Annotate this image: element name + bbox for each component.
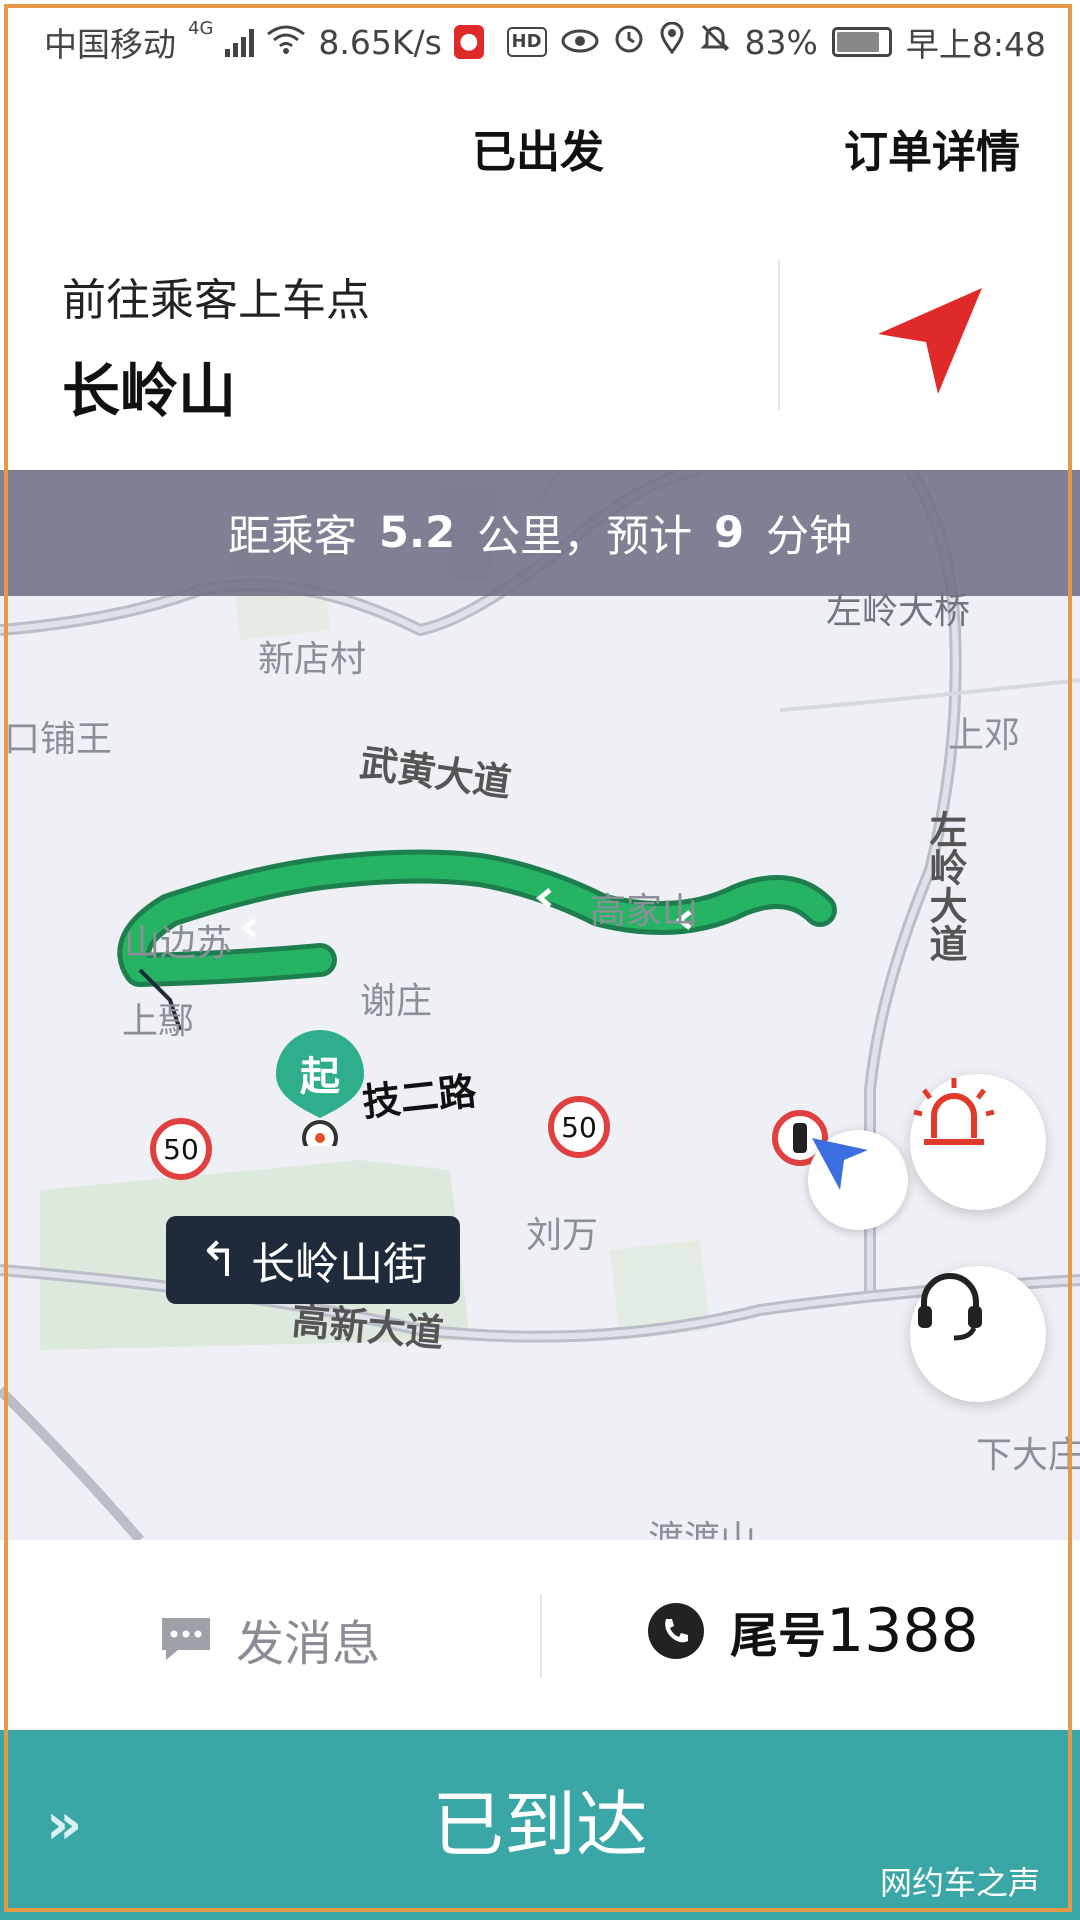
contact-divider [540, 1594, 542, 1678]
destination-name: 长岭山 [62, 357, 237, 425]
turn-instruction-card: ↰ 长岭山街 [166, 1216, 460, 1304]
car-arrow-icon [812, 1138, 868, 1190]
speed-limit-sign-2: 50 [548, 1096, 610, 1158]
eta-unit: 分钟 [766, 512, 853, 562]
battery-icon [831, 27, 892, 57]
status-bar-left: 中国移动 4G 8.65K/s ● [44, 18, 484, 66]
speed-limit-value-2: 50 [561, 1110, 597, 1144]
alarm-icon [613, 22, 645, 62]
arrived-button[interactable]: » 已到达 网约车之声 [0, 1730, 1080, 1920]
top-header: 已出发 订单详情 [0, 76, 1080, 216]
send-message-label: 发消息 [236, 1616, 381, 1672]
place-xiadazhuang: 下大庄 [976, 1435, 1080, 1476]
network-speed: 8.65K/s [318, 22, 442, 62]
place-dudushan: 渡渡山 [648, 1519, 757, 1540]
place-xindiancun: 新店村 [258, 639, 367, 680]
navigation-arrow-icon [878, 288, 982, 394]
speed-limit-value: 50 [163, 1132, 199, 1166]
alarm-siren-icon [913, 1078, 995, 1145]
send-message-button[interactable]: 发消息 [158, 1604, 380, 1674]
network-type: 4G [188, 18, 214, 39]
contact-bar: 发消息 尾号 1388 [0, 1540, 1080, 1730]
call-passenger-button[interactable]: 尾号 1388 [648, 1596, 979, 1666]
speed-limit-sign: 50 [150, 1118, 212, 1180]
hd-icon: HD [506, 27, 547, 57]
place-shangdeng: 上邓 [948, 715, 1021, 756]
place-shanbiansu: 山边苏 [124, 923, 233, 964]
start-pin: 起 [270, 1026, 370, 1146]
battery-percent: 83% [744, 22, 818, 62]
destination-card: 前往乘客上车点 长岭山 [0, 216, 1080, 470]
eta-minutes: 9 [714, 508, 745, 558]
phone-icon [648, 1603, 704, 1659]
start-label: 起 [300, 1054, 340, 1100]
place-xiezhuang: 谢庄 [360, 981, 433, 1022]
place-koupuwang: 口铺王 [4, 719, 113, 760]
customer-service-button[interactable] [910, 1266, 1046, 1402]
navigate-button[interactable] [872, 282, 990, 400]
distance-eta-bar: 距乘客 5.2 公里，预计 9 分钟 [0, 470, 1080, 596]
wifi-icon [266, 23, 306, 62]
place-shangyan: 上鄢 [122, 1001, 195, 1042]
distance-prefix: 距乘客 [227, 512, 357, 562]
map-view[interactable]: 新店村 口铺王 高家山 山边苏 上鄢 谢庄 刘万 上邓 下大庄 渡渡山 左岭大桥… [0, 470, 1080, 1540]
phone-tail: 1388 [826, 1596, 979, 1666]
location-icon [659, 21, 685, 62]
mic-icon: ● [453, 25, 484, 59]
watermark: 网约车之声 [879, 1864, 1040, 1902]
road-zuoling-avenue: 左岭大道 [923, 810, 967, 962]
headset-icon [918, 1273, 982, 1341]
mute-icon [699, 22, 731, 62]
carrier-name: 中国移动 [44, 25, 176, 64]
emergency-alarm-button[interactable] [910, 1074, 1046, 1210]
distance-unit: 公里，预计 [477, 512, 693, 562]
place-gaojiashan: 高家山 [590, 891, 699, 932]
signal-icon [225, 27, 255, 57]
destination-divider [778, 260, 780, 410]
car-location-marker [808, 1130, 908, 1230]
order-detail-link[interactable]: 订单详情 [844, 116, 1020, 180]
chat-bubble-icon [162, 1618, 210, 1660]
place-liuwan: 刘万 [526, 1215, 599, 1256]
status-bar: 中国移动 4G 8.65K/s ● HD 83% 早上8:48 [0, 0, 1080, 76]
status-bar-right: HD 83% 早上8:48 [506, 18, 1046, 66]
phone-prefix: 尾号 [730, 1608, 827, 1664]
turn-street-name: 长岭山街 [251, 1239, 428, 1290]
eye-icon [561, 23, 599, 62]
clock: 早上8:48 [905, 25, 1046, 64]
trip-status-title: 已出发 [472, 127, 604, 178]
turn-left-icon: ↰ [198, 1232, 240, 1288]
distance-value: 5.2 [378, 508, 456, 558]
destination-label: 前往乘客上车点 [62, 275, 370, 326]
